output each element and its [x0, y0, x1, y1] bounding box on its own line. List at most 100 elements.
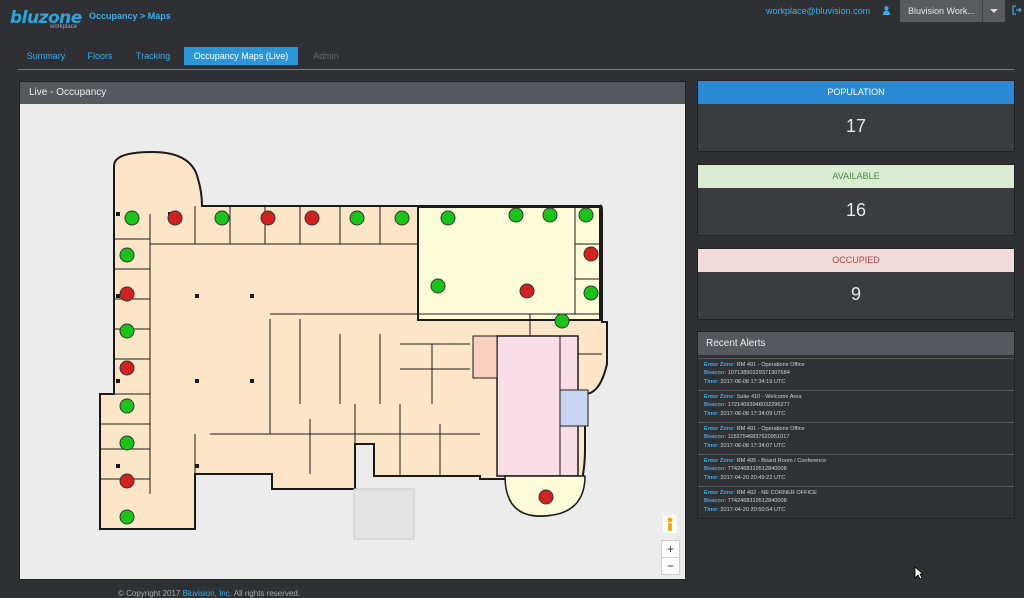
alert-zone: RM 402 - NE CORNER OFFICE: [736, 490, 817, 496]
organization-select-value: Bluvision Work...: [908, 6, 975, 16]
alert-time: 2017-06-08 17:34:19 UTC: [720, 378, 786, 385]
seat-occupied-marker: [260, 210, 276, 226]
seat-available-marker: [508, 207, 524, 223]
occupied-value: 9: [850, 284, 861, 304]
footer: © Copyright 2017 Bluvision, Inc. All rig…: [118, 589, 300, 598]
recent-alerts-panel: Recent Alerts Enter Zone: RM 401 - Opera…: [697, 331, 1015, 519]
tab-underline: [18, 69, 1014, 70]
alert-zone: RM 401 - Operations Office: [736, 426, 805, 432]
alert-time: 2017-06-08 17:34:07 UTC: [720, 442, 786, 449]
chevron-down-icon[interactable]: [982, 0, 1005, 22]
tab-tracking[interactable]: Tracking: [126, 47, 180, 65]
alert-zone-label: Enter Zone:: [704, 394, 736, 400]
alert-zone-label: Enter Zone:: [704, 426, 736, 432]
zoom-in-button[interactable]: +: [661, 540, 680, 558]
available-value: 16: [845, 200, 867, 220]
alert-zone-label: Enter Zone:: [704, 458, 736, 464]
alert-item[interactable]: Enter Zone: RM 405 - Board Room / Confer…: [698, 454, 1014, 483]
available-label: AVAILABLE: [698, 165, 1014, 188]
seat-occupied-marker: [538, 489, 554, 505]
breadcrumb: Occupancy > Maps: [89, 11, 171, 21]
alert-time-label: Time:: [704, 442, 719, 449]
seat-available-marker: [440, 210, 456, 226]
alert-item[interactable]: Enter Zone: Suite 410 - Welcome Area Bea…: [698, 390, 1014, 419]
room-blue: [559, 389, 589, 427]
recent-alerts-title: Recent Alerts: [698, 332, 1014, 355]
user-email-link[interactable]: workplace@bluvision.com: [766, 6, 870, 16]
alert-beacon-label: Beacon:: [704, 434, 727, 441]
footer-company-link[interactable]: Bluvision, Inc.: [183, 589, 232, 598]
seat-available-marker: [349, 210, 365, 226]
seat-available-marker: [214, 210, 230, 226]
alert-item[interactable]: Enter Zone: RM 401 - Operations Office B…: [698, 358, 1014, 387]
alert-beacon-label: Beacon:: [704, 466, 727, 473]
alert-item[interactable]: Enter Zone: RM 402 - NE CORNER OFFICE Be…: [698, 486, 1014, 515]
alert-zone: Suite 410 - Welcome Area: [736, 394, 802, 400]
alert-zone: RM 401 - Operations Office: [736, 362, 805, 368]
seat-available-marker: [119, 323, 135, 339]
alert-item[interactable]: Enter Zone: RM 401 - Operations Office B…: [698, 422, 1014, 451]
footer-rights: All rights reserved.: [233, 589, 300, 598]
population-card: POPULATION 17: [697, 80, 1015, 152]
alert-time: 2017-06-08 17:34:09 UTC: [720, 410, 786, 417]
seat-available-marker: [583, 285, 599, 301]
seat-available-marker: [119, 435, 135, 451]
seat-occupied-marker: [119, 360, 135, 376]
seat-occupied-marker: [119, 473, 135, 489]
outdoor-patio: [353, 488, 415, 540]
alert-beacon: 11537546837620951017: [727, 434, 790, 441]
seat-occupied-marker: [519, 283, 535, 299]
alert-time-label: Time:: [704, 474, 719, 481]
seat-available-marker: [119, 247, 135, 263]
mouse-cursor-icon: [914, 566, 924, 580]
seat-occupied-marker: [304, 210, 320, 226]
occupied-card: OCCUPIED 9: [697, 248, 1015, 320]
alert-zone: RM 405 - Board Room / Conference: [736, 458, 827, 464]
tab-occupancy-maps-live[interactable]: Occupancy Maps (Live): [184, 47, 298, 65]
seat-available-marker: [542, 207, 558, 223]
organization-select[interactable]: Bluvision Work...: [900, 0, 1005, 22]
seat-available-marker: [394, 210, 410, 226]
zoom-out-button[interactable]: −: [661, 557, 680, 575]
alert-time-label: Time:: [704, 410, 719, 417]
seat-occupied-marker: [583, 246, 599, 262]
seat-occupied-marker: [119, 286, 135, 302]
alert-beacon-label: Beacon:: [704, 498, 727, 505]
user-icon[interactable]: [883, 6, 890, 15]
seat-available-marker: [578, 207, 594, 223]
alert-beacon: 17214093948032296277: [727, 402, 790, 409]
alert-beacon: 10713890329371907684: [727, 370, 790, 377]
alert-time-label: Time:: [704, 506, 719, 513]
population-value: 17: [845, 116, 867, 136]
seat-available-marker: [430, 278, 446, 294]
seat-available-marker: [124, 210, 140, 226]
logout-icon[interactable]: [1012, 5, 1022, 15]
alert-beacon-label: Beacon:: [704, 370, 727, 377]
tab-admin[interactable]: Admin: [302, 47, 350, 65]
top-bar: bluzone workplace Occupancy > Maps workp…: [0, 0, 1024, 36]
live-occupancy-panel: Live - Occupancy + −: [19, 81, 686, 580]
alert-time: 2017-04-20 20:50:54 UTC: [720, 506, 786, 513]
floor-plan-map[interactable]: [20, 104, 685, 579]
alert-zone-label: Enter Zone:: [704, 362, 736, 368]
seat-available-marker: [119, 398, 135, 414]
alert-time: 2017-04-20 20:49:22 UTC: [720, 474, 786, 481]
seat-available-marker: [119, 509, 135, 525]
app-logo-subtitle: workplace: [50, 24, 78, 30]
seat-occupied-marker: [167, 210, 183, 226]
tab-summary[interactable]: Summary: [18, 47, 74, 65]
tab-floors[interactable]: Floors: [78, 47, 122, 65]
seat-available-marker: [554, 313, 570, 329]
room-salmon: [472, 335, 498, 379]
available-card: AVAILABLE 16: [697, 164, 1015, 236]
alert-beacon-label: Beacon:: [704, 402, 727, 409]
panel-title: Live - Occupancy: [20, 82, 685, 104]
occupied-label: OCCUPIED: [698, 249, 1014, 272]
alert-beacon: 7742468319512840008: [727, 466, 787, 473]
alert-beacon: 7742468319512840008: [727, 498, 787, 505]
alert-time-label: Time:: [704, 378, 719, 385]
footer-copyright: © Copyright 2017: [118, 589, 181, 598]
population-label: POPULATION: [698, 81, 1014, 104]
alert-zone-label: Enter Zone:: [704, 490, 736, 496]
street-view-pegman-icon[interactable]: [663, 515, 677, 533]
